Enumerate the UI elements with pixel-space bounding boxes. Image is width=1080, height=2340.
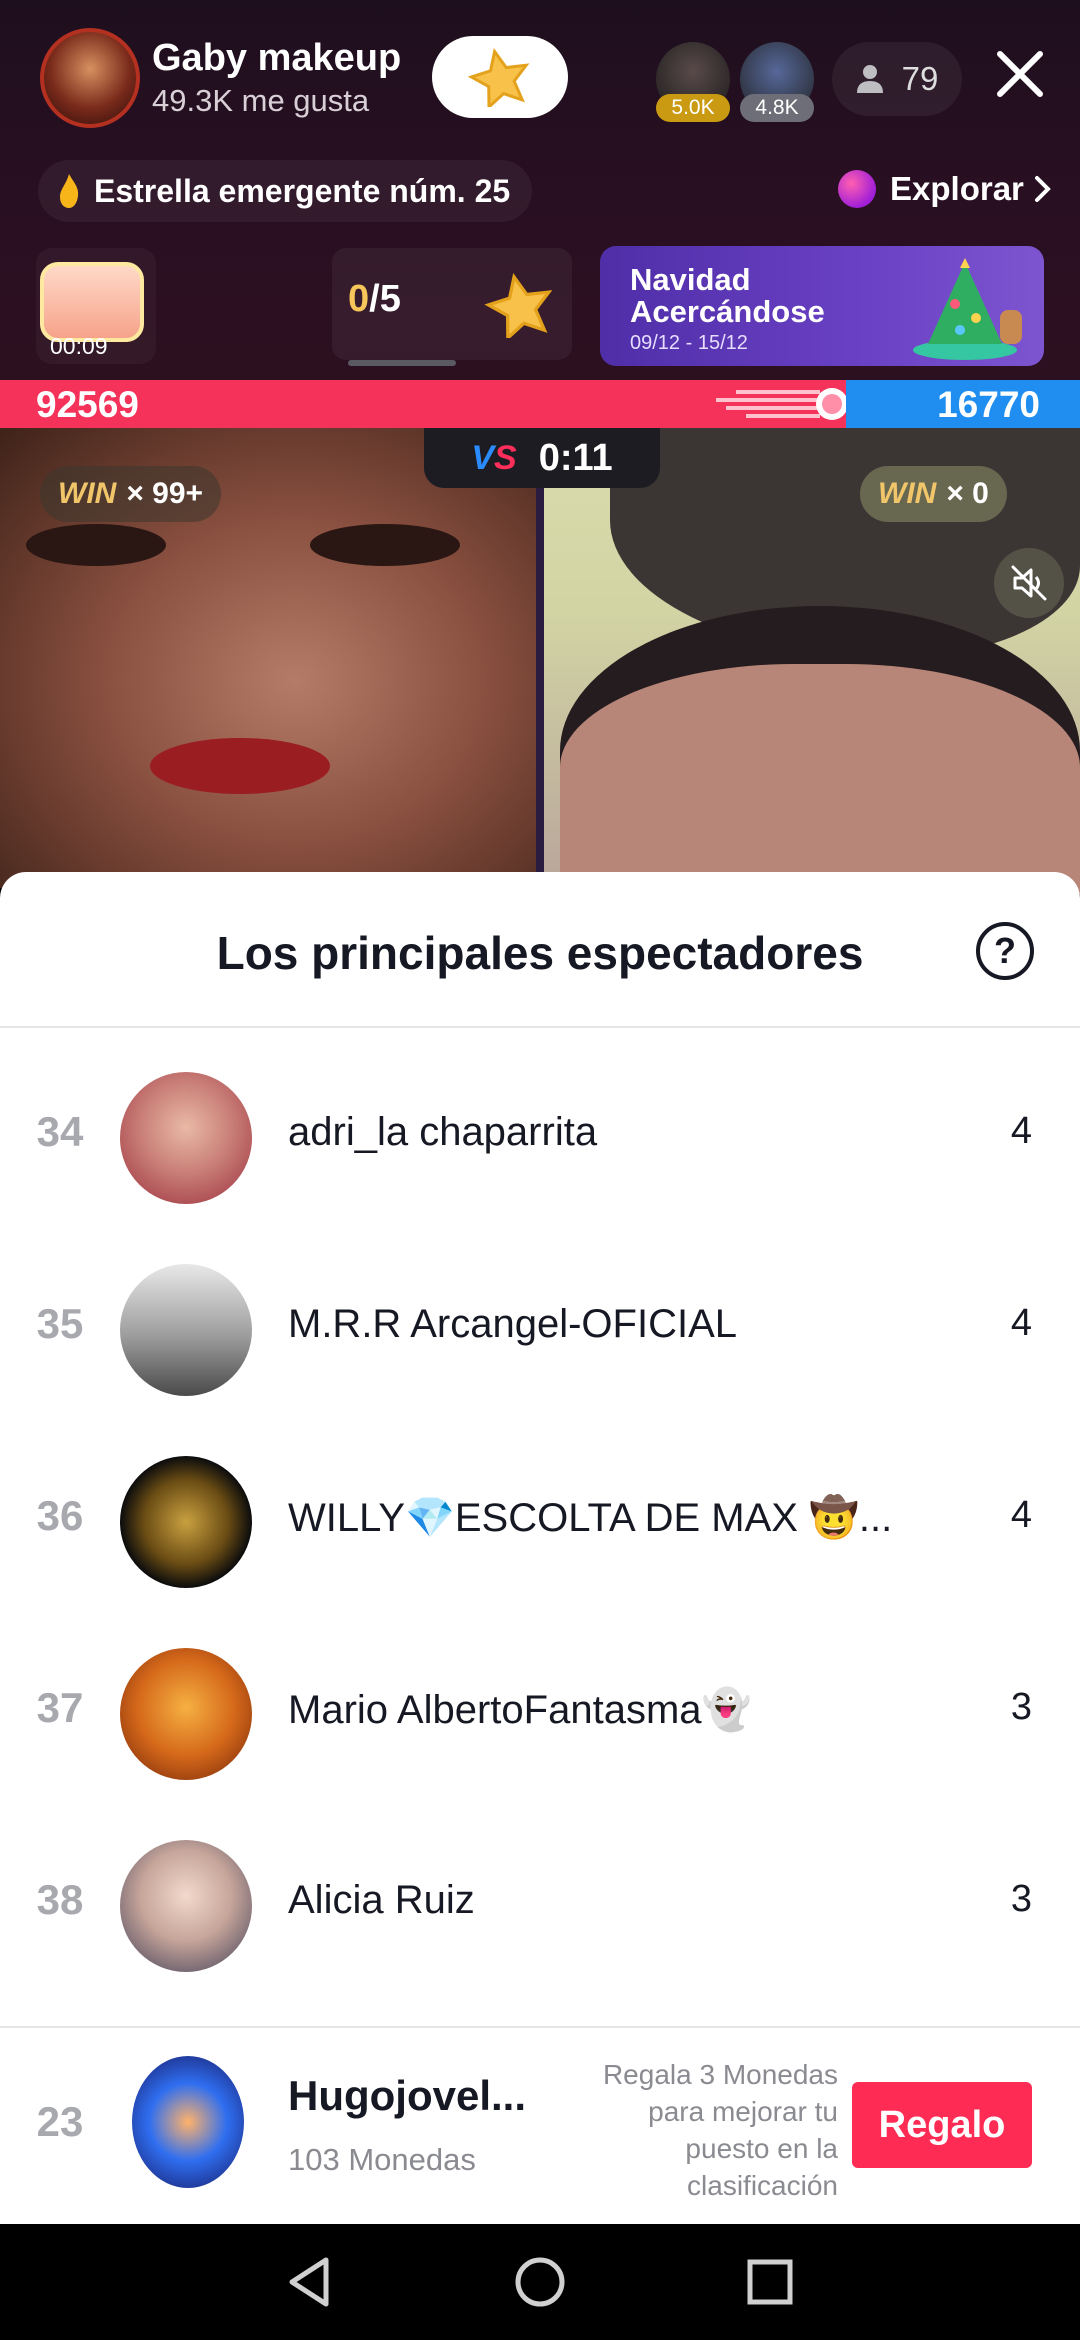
left-score-fill: 92569 bbox=[0, 380, 848, 428]
my-rank: 23 bbox=[36, 2098, 84, 2145]
flame-icon bbox=[60, 174, 79, 208]
rising-star-label: Estrella emergente núm. 25 bbox=[94, 172, 511, 209]
live-header: Gaby makeup 49.3K me gusta 5.0K 4.8K 79 … bbox=[0, 0, 1080, 380]
right-win-streak: WIN × 0 bbox=[860, 466, 1007, 522]
my-ranking-row: 23 Hugojovel... 103 Monedas Regala 3 Mon… bbox=[0, 2026, 1080, 2224]
avatar[interactable] bbox=[120, 1264, 252, 1396]
star-icon bbox=[484, 273, 553, 338]
goal-progress-bar bbox=[348, 360, 456, 366]
viewer-count-button[interactable]: 79 bbox=[832, 42, 962, 116]
system-nav-bar bbox=[0, 2224, 1080, 2340]
mute-button[interactable] bbox=[994, 548, 1064, 618]
avatar[interactable] bbox=[120, 1072, 252, 1204]
viewer-name: M.R.R Arcangel-OFICIAL bbox=[288, 1302, 738, 1346]
christmas-event-banner[interactable]: Navidad Acercándose 09/12 - 15/12 bbox=[600, 246, 1044, 366]
list-item[interactable]: 36 WILLY💎ESCOLTA DE MAX 🤠... 4 bbox=[0, 1426, 1080, 1618]
star-icon bbox=[468, 47, 530, 107]
my-name: Hugojovel... bbox=[288, 2072, 527, 2119]
banner-dates: 09/12 - 15/12 bbox=[630, 332, 748, 354]
top-viewer-count: 5.0K bbox=[656, 94, 730, 122]
host-name: Gaby makeup bbox=[152, 37, 402, 79]
rank: 36 bbox=[36, 1492, 84, 1539]
explore-button[interactable]: Explorar bbox=[818, 158, 1072, 220]
gift-button[interactable]: Regalo bbox=[852, 2082, 1032, 2168]
right-score: 16770 bbox=[937, 384, 1040, 425]
treasure-chest[interactable]: 00:09 bbox=[36, 248, 156, 364]
avatar[interactable] bbox=[132, 2056, 244, 2188]
mute-icon bbox=[1011, 565, 1047, 601]
rank: 34 bbox=[36, 1108, 84, 1155]
banner-title-line2: Acercándose bbox=[630, 294, 825, 329]
battle-countdown: 0:11 bbox=[538, 436, 613, 479]
left-win-streak: WIN × 99+ bbox=[40, 466, 222, 522]
viewer-name: Mario AlbertoFantasma👻 bbox=[288, 1688, 752, 1732]
viewer-count: 79 bbox=[901, 60, 939, 97]
top-viewers-sheet: Los principales espectadores ? 34 adri_l… bbox=[0, 872, 1080, 2224]
home-icon[interactable] bbox=[508, 2250, 572, 2314]
recents-icon[interactable] bbox=[738, 2250, 802, 2314]
rank: 37 bbox=[36, 1684, 84, 1731]
coin-count: 4 bbox=[1010, 1494, 1032, 1536]
battle-timer: VS 0:11 bbox=[424, 428, 660, 488]
avatar[interactable] bbox=[120, 1840, 252, 1972]
viewer-name: adri_la chaparrita bbox=[288, 1110, 598, 1154]
goal-widget[interactable]: 0/5 bbox=[332, 248, 572, 366]
comet-icon bbox=[716, 388, 848, 420]
back-icon[interactable] bbox=[278, 2250, 342, 2314]
coin-count: 3 bbox=[1010, 1878, 1032, 1920]
list-item[interactable]: 34 adri_la chaparrita 4 bbox=[0, 1042, 1080, 1234]
host-likes: 49.3K me gusta bbox=[152, 83, 370, 118]
coin-count: 4 bbox=[1010, 1110, 1032, 1152]
host-avatar[interactable] bbox=[40, 28, 140, 128]
battle-video: VS 0:11 WIN × 99+ WIN × 0 bbox=[0, 428, 1080, 896]
gift-hint: Regala 3 Monedas para mejorar tu puesto … bbox=[602, 2059, 838, 2201]
right-win-count: × 0 bbox=[946, 477, 989, 510]
viewer-name: Alicia Ruiz bbox=[288, 1878, 475, 1922]
list-item[interactable]: 37 Mario AlbertoFantasma👻 3 bbox=[0, 1618, 1080, 1810]
vs-logo: VS bbox=[471, 438, 517, 477]
host-info[interactable]: Gaby makeup 49.3K me gusta bbox=[40, 28, 401, 128]
help-icon[interactable]: ? bbox=[976, 922, 1034, 980]
chevron-right-icon bbox=[1034, 176, 1051, 202]
treasure-timer: 00:09 bbox=[50, 333, 108, 359]
banner-title-line1: Navidad bbox=[630, 262, 751, 297]
divider bbox=[0, 1026, 1080, 1028]
avatar[interactable] bbox=[120, 1456, 252, 1588]
top-viewer-avatar[interactable]: 5.0K bbox=[656, 42, 730, 122]
planet-icon bbox=[838, 170, 876, 208]
top-viewer-count: 4.8K bbox=[740, 94, 814, 122]
viewer-name: WILLY💎ESCOLTA DE MAX 🤠... bbox=[288, 1496, 893, 1540]
win-label: WIN bbox=[878, 477, 937, 510]
right-score-fill: 16770 bbox=[846, 380, 1080, 428]
left-win-count: × 99+ bbox=[126, 477, 204, 510]
avatar[interactable] bbox=[120, 1648, 252, 1780]
rising-star-badge[interactable]: Estrella emergente núm. 25 bbox=[38, 160, 533, 222]
coin-count: 3 bbox=[1010, 1686, 1032, 1728]
win-label: WIN bbox=[58, 477, 117, 510]
sheet-title: Los principales espectadores bbox=[216, 927, 864, 979]
explore-label: Explorar bbox=[890, 170, 1024, 207]
rank: 38 bbox=[36, 1876, 84, 1923]
follow-star-button[interactable] bbox=[432, 36, 568, 118]
treasure-chest-icon bbox=[40, 262, 144, 342]
close-icon[interactable] bbox=[990, 44, 1050, 104]
top-viewer-avatar[interactable]: 4.8K bbox=[740, 42, 814, 122]
coin-count: 4 bbox=[1010, 1302, 1032, 1344]
goal-count: 0/5 bbox=[348, 278, 401, 320]
left-score: 92569 bbox=[36, 384, 139, 425]
battle-score-bar: 92569 16770 bbox=[0, 380, 1080, 428]
list-item[interactable]: 38 Alicia Ruiz 3 bbox=[0, 1810, 1080, 2002]
christmas-tree-icon bbox=[913, 258, 1022, 360]
rank: 35 bbox=[36, 1300, 84, 1347]
list-item[interactable]: 35 M.R.R Arcangel-OFICIAL 4 bbox=[0, 1234, 1080, 1426]
person-icon bbox=[856, 65, 883, 93]
my-coins: 103 Monedas bbox=[288, 2142, 476, 2177]
